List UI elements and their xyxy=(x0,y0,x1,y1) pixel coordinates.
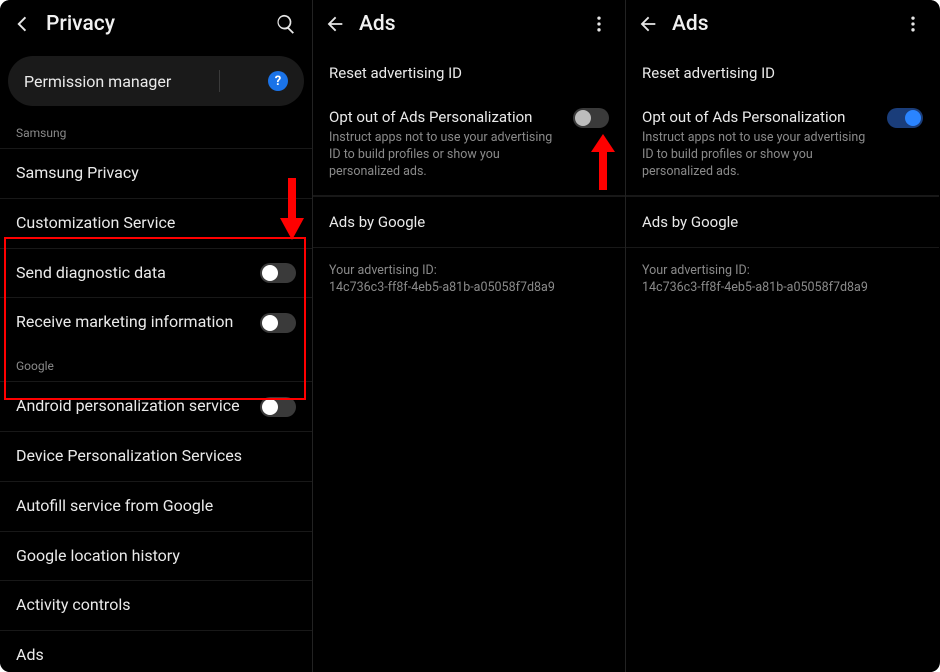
opt-out-row[interactable]: Opt out of Ads Personalization Instruct … xyxy=(313,98,625,196)
autofill-row[interactable]: Autofill service from Google xyxy=(0,481,312,531)
back-arrow-icon[interactable] xyxy=(636,12,660,36)
customization-service-label: Customization Service xyxy=(16,213,296,234)
opt-out-title: Opt out of Ads Personalization xyxy=(329,108,563,126)
back-chevron-icon[interactable] xyxy=(10,12,34,36)
samsung-privacy-label: Samsung Privacy xyxy=(16,163,296,184)
advertising-id-value: 14c736c3-ff8f-4eb5-a81b-a05058f7d8a9 xyxy=(642,279,923,297)
receive-marketing-label: Receive marketing information xyxy=(16,312,260,333)
privacy-screen: Privacy Permission manager ? Samsung Sam… xyxy=(0,0,313,672)
ads-screen-on: Ads Reset advertising ID Opt out of Ads … xyxy=(626,0,939,672)
opt-out-title: Opt out of Ads Personalization xyxy=(642,108,877,126)
opt-out-toggle[interactable] xyxy=(573,108,609,128)
ads-title: Ads xyxy=(359,12,575,36)
search-icon[interactable] xyxy=(274,12,298,36)
ads-header: Ads xyxy=(626,0,939,46)
samsung-privacy-row[interactable]: Samsung Privacy xyxy=(0,148,312,198)
opt-out-subtitle: Instruct apps not to use your advertisin… xyxy=(642,130,877,181)
activity-controls-row[interactable]: Activity controls xyxy=(0,580,312,630)
receive-marketing-row[interactable]: Receive marketing information xyxy=(0,297,312,347)
send-diagnostic-label: Send diagnostic data xyxy=(16,263,260,284)
location-history-label: Google location history xyxy=(16,546,296,567)
opt-out-row[interactable]: Opt out of Ads Personalization Instruct … xyxy=(626,98,939,196)
advertising-id-block: Your advertising ID: 14c736c3-ff8f-4eb5-… xyxy=(626,248,939,311)
ads-header: Ads xyxy=(313,0,625,46)
ads-title: Ads xyxy=(672,12,889,36)
ads-label: Ads xyxy=(16,645,296,666)
advertising-id-block: Your advertising ID: 14c736c3-ff8f-4eb5-… xyxy=(313,248,625,311)
row-divider xyxy=(219,70,220,92)
autofill-label: Autofill service from Google xyxy=(16,496,296,517)
privacy-header: Privacy xyxy=(0,0,312,46)
send-diagnostic-toggle[interactable] xyxy=(260,263,296,283)
advertising-id-value: 14c736c3-ff8f-4eb5-a81b-a05058f7d8a9 xyxy=(329,279,609,297)
ads-by-google-row[interactable]: Ads by Google xyxy=(313,196,625,248)
ads-screen-off: Ads Reset advertising ID Opt out of Ads … xyxy=(313,0,626,672)
customization-service-row[interactable]: Customization Service xyxy=(0,198,312,248)
permission-manager-row[interactable]: Permission manager ? xyxy=(8,56,304,106)
android-personalization-row[interactable]: Android personalization service xyxy=(0,381,312,431)
android-personalization-label: Android personalization service xyxy=(16,396,260,417)
send-diagnostic-row[interactable]: Send diagnostic data xyxy=(0,248,312,298)
location-history-row[interactable]: Google location history xyxy=(0,531,312,581)
section-google: Google xyxy=(0,347,312,381)
reset-ad-id-row[interactable]: Reset advertising ID xyxy=(626,46,939,98)
receive-marketing-toggle[interactable] xyxy=(260,313,296,333)
opt-out-subtitle: Instruct apps not to use your advertisin… xyxy=(329,130,563,181)
android-personalization-toggle[interactable] xyxy=(260,397,296,417)
opt-out-toggle[interactable] xyxy=(887,108,923,128)
device-personalization-label: Device Personalization Services xyxy=(16,446,296,467)
permission-manager-label: Permission manager xyxy=(24,72,171,91)
more-vert-icon[interactable] xyxy=(587,12,611,36)
ads-row[interactable]: Ads xyxy=(0,630,312,672)
device-personalization-row[interactable]: Device Personalization Services xyxy=(0,431,312,481)
privacy-title: Privacy xyxy=(46,12,262,36)
more-vert-icon[interactable] xyxy=(901,12,925,36)
activity-controls-label: Activity controls xyxy=(16,595,296,616)
ads-by-google-row[interactable]: Ads by Google xyxy=(626,196,939,248)
help-icon[interactable]: ? xyxy=(268,71,288,91)
section-samsung: Samsung xyxy=(0,114,312,148)
advertising-id-label: Your advertising ID: xyxy=(642,262,923,280)
back-arrow-icon[interactable] xyxy=(323,12,347,36)
reset-ad-id-row[interactable]: Reset advertising ID xyxy=(313,46,625,98)
advertising-id-label: Your advertising ID: xyxy=(329,262,609,280)
